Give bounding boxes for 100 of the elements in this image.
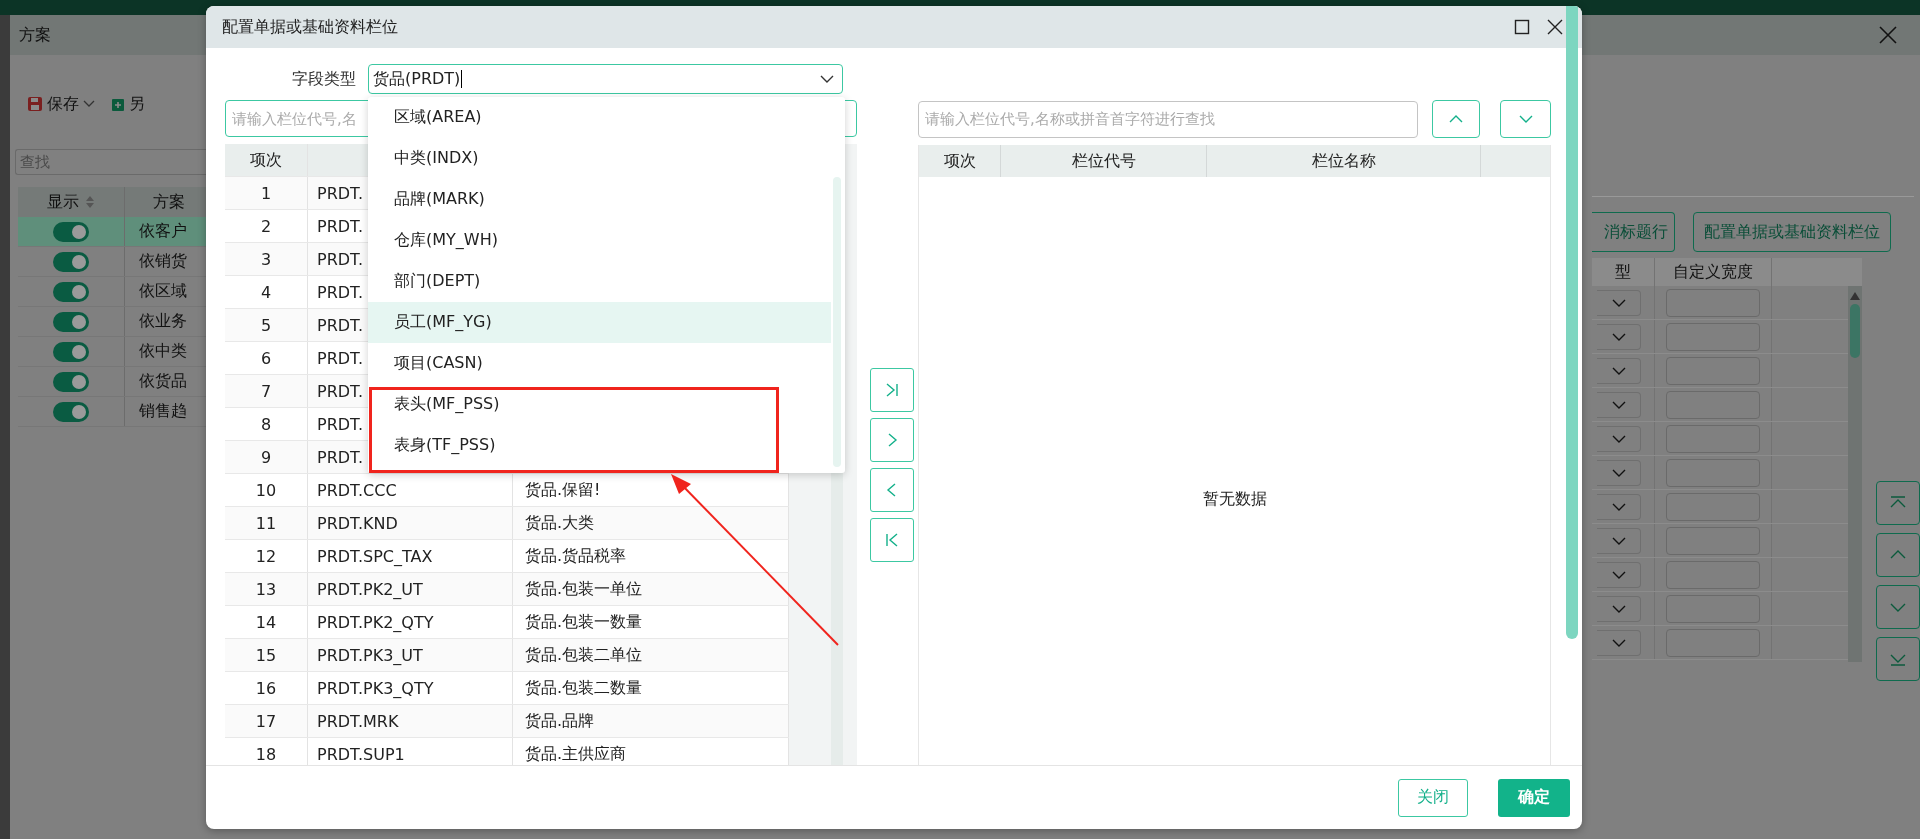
save-as-button[interactable]: 另 bbox=[109, 90, 145, 118]
close-button[interactable]: 关闭 bbox=[1398, 778, 1468, 817]
move-down-button[interactable] bbox=[1500, 100, 1551, 138]
column-header: 自定义宽度 bbox=[1655, 258, 1772, 286]
move-first-button[interactable] bbox=[870, 518, 914, 562]
dropdown-option[interactable]: 仓库(MY_WH) bbox=[368, 220, 831, 261]
column-header: 项次 bbox=[919, 145, 1001, 177]
caret-icon bbox=[1611, 502, 1626, 511]
move-down-button[interactable] bbox=[1876, 585, 1920, 629]
table-cell: 货品.货品税率 bbox=[525, 545, 627, 567]
dropdown-field[interactable] bbox=[1597, 561, 1641, 588]
table-cell: PRDT. bbox=[317, 381, 364, 401]
move-top-button[interactable] bbox=[1876, 481, 1920, 525]
table-cell: PRDT.SPC_TAX bbox=[317, 546, 433, 566]
table-cell: PRDT.PK2_QTY bbox=[317, 612, 434, 632]
chevron-icon bbox=[1449, 115, 1463, 123]
chevron-icon bbox=[1518, 115, 1533, 123]
dropdown-option[interactable]: 表身(TF_PSS) bbox=[368, 425, 831, 466]
dropdown-option[interactable]: 表头(MF_PSS) bbox=[368, 384, 831, 425]
caret-icon bbox=[1611, 638, 1626, 647]
table-cell: PRDT. bbox=[317, 216, 364, 236]
table-cell: PRDT. bbox=[317, 348, 364, 368]
toggle-switch[interactable] bbox=[53, 311, 89, 332]
toggle-switch[interactable] bbox=[53, 341, 89, 362]
table-cell: 货品.包装二单位 bbox=[525, 644, 643, 666]
table-cell: 货品.保留! bbox=[525, 479, 601, 501]
table-row[interactable]: 依货品 bbox=[18, 367, 206, 397]
move-prev-button[interactable] bbox=[870, 468, 914, 512]
hide-title-row-button[interactable]: 消标题行 bbox=[1592, 212, 1675, 252]
configure-fields-button[interactable]: 配置单据或基础资料栏位 bbox=[1693, 212, 1891, 252]
move-last-button[interactable] bbox=[870, 368, 914, 412]
table-row[interactable]: 依区域 bbox=[18, 277, 206, 307]
table-row[interactable]: 依业务 bbox=[18, 307, 206, 337]
dropdown-option[interactable]: 员工(MF_YG) bbox=[368, 302, 831, 343]
dropdown-field[interactable] bbox=[1597, 391, 1641, 418]
move-next-button[interactable] bbox=[870, 418, 914, 462]
dropdown-field[interactable] bbox=[1597, 527, 1641, 554]
dropdown-field[interactable] bbox=[1597, 323, 1641, 350]
table-cell: 依中类 bbox=[139, 341, 187, 362]
dropdown-option[interactable]: 品牌(MARK) bbox=[368, 179, 831, 220]
table-cell: 10 bbox=[255, 480, 277, 500]
table-cell: 17 bbox=[255, 711, 277, 731]
table-cell: 依区域 bbox=[139, 281, 187, 302]
table-cell: 6 bbox=[260, 348, 272, 368]
table-cell: PRDT.MRK bbox=[317, 711, 399, 731]
field-type-dropdown[interactable]: 货品(PRDT) bbox=[368, 64, 843, 94]
toggle-switch[interactable] bbox=[53, 281, 89, 302]
table-row[interactable]: 依销货 bbox=[18, 247, 206, 277]
table-cell: 依客户 bbox=[139, 221, 187, 242]
caret-icon bbox=[1611, 468, 1626, 477]
scroll-thumb[interactable] bbox=[1850, 304, 1860, 358]
toggle-switch[interactable] bbox=[53, 371, 89, 392]
caret-icon bbox=[1611, 434, 1626, 443]
move-up-button[interactable] bbox=[1876, 533, 1920, 577]
dialog-title: 配置单据或基础资料栏位 bbox=[222, 16, 398, 38]
table-cell: 货品.主供应商 bbox=[525, 743, 627, 765]
close-icon[interactable] bbox=[1546, 18, 1564, 36]
sort-icon bbox=[85, 195, 95, 209]
dropdown-field[interactable] bbox=[1597, 357, 1641, 384]
column-header: 型 bbox=[1592, 258, 1655, 286]
table-row[interactable]: 依中类 bbox=[18, 337, 206, 367]
dropdown-field[interactable] bbox=[1597, 425, 1641, 452]
toggle-switch[interactable] bbox=[53, 401, 89, 422]
scrollbar[interactable] bbox=[1566, 6, 1578, 639]
toggle-switch[interactable] bbox=[53, 251, 89, 272]
table-cell: 1 bbox=[260, 183, 272, 203]
dropdown-field[interactable] bbox=[1597, 493, 1641, 520]
caret-icon bbox=[1611, 536, 1626, 545]
dropdown-option[interactable]: 区域(AREA) bbox=[368, 97, 831, 138]
dropdown-option[interactable]: 部门(DEPT) bbox=[368, 261, 831, 302]
bar-chevron-icon bbox=[1889, 496, 1907, 510]
table-cell: 货品.品牌 bbox=[525, 710, 595, 732]
table-cell: PRDT. bbox=[317, 315, 364, 335]
dropdown-field[interactable] bbox=[1597, 595, 1641, 622]
move-bottom-button[interactable] bbox=[1876, 637, 1920, 681]
caret-icon bbox=[1611, 570, 1626, 579]
confirm-button[interactable]: 确定 bbox=[1498, 778, 1570, 817]
scroll-up-icon[interactable] bbox=[1850, 292, 1860, 300]
table-cell: 9 bbox=[260, 447, 272, 467]
dropdown-field[interactable] bbox=[1597, 459, 1641, 486]
dropdown-option[interactable]: 项目(CASN) bbox=[368, 343, 831, 384]
window-title: 方案 bbox=[18, 24, 51, 46]
table-cell: 18 bbox=[255, 744, 277, 764]
table-row[interactable]: 依客户 bbox=[18, 217, 206, 247]
caret-icon bbox=[1611, 366, 1626, 375]
toggle-switch[interactable] bbox=[53, 221, 89, 242]
scrollbar[interactable] bbox=[833, 177, 841, 467]
table-row[interactable]: 销售趋 bbox=[18, 397, 206, 427]
save-button[interactable]: 保存 bbox=[27, 90, 95, 118]
scrollbar[interactable] bbox=[1848, 286, 1862, 662]
dropdown-option[interactable]: 中类(INDX) bbox=[368, 138, 831, 179]
maximize-icon[interactable] bbox=[1514, 19, 1530, 35]
search-field[interactable]: 请输入栏位代号,名称或拼音首字符进行查找 bbox=[918, 100, 1418, 138]
move-up-button[interactable] bbox=[1432, 100, 1480, 138]
save-icon bbox=[27, 96, 43, 112]
dropdown-field[interactable] bbox=[1597, 289, 1641, 316]
dropdown-field[interactable] bbox=[1597, 629, 1641, 656]
table-cell: PRDT. bbox=[317, 183, 364, 203]
table-cell: PRDT. bbox=[317, 249, 364, 269]
table-cell: 货品.包装二数量 bbox=[525, 677, 643, 699]
